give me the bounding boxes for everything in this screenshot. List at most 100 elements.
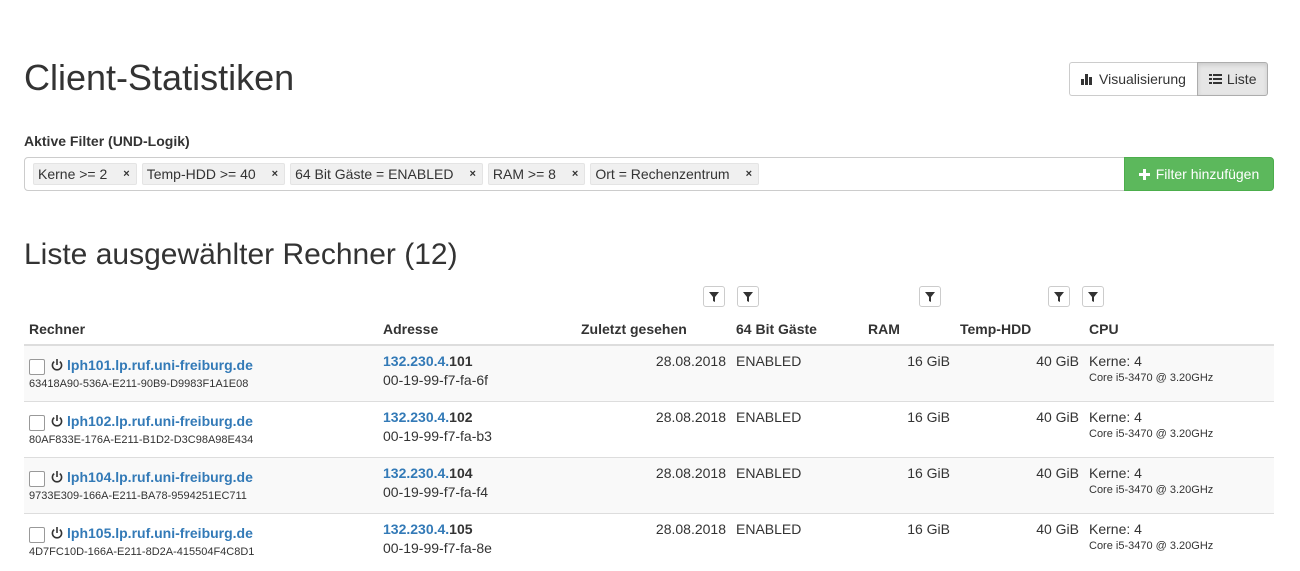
cpu-model: Core i5-3470 @ 3.20GHz [1089,483,1214,496]
visualisierung-button[interactable]: Visualisierung [1069,62,1197,96]
power-icon [51,526,63,539]
row-checkbox[interactable] [29,470,45,487]
filter-tag-text: Ort = Rechenzentrum [595,166,730,182]
cell-gaeste: ENABLED [731,456,863,513]
power-icon [51,359,63,371]
ip-suffix: 102 [449,408,473,425]
host-link[interactable]: lph101.lp.ruf.uni-freiburg.de [67,357,253,373]
filter-icon [743,291,753,302]
cpu-cores: Kerne: 4 [1089,520,1142,537]
filter-gaeste-button[interactable] [737,286,759,307]
remove-filter-icon[interactable]: × [121,168,131,180]
liste-button[interactable]: Liste [1196,62,1269,96]
cpu-model: Core i5-3470 @ 3.20GHz [1089,539,1214,552]
cell-ram: 16 GiB [863,344,955,401]
filter-tags: Kerne >= 2 × Temp-HDD >= 40 × 64 Bit Gäs… [25,158,1124,190]
ip-prefix[interactable]: 132.230.4. [383,465,449,481]
cell-gaeste: ENABLED [731,512,863,569]
row-checkbox[interactable] [29,526,45,543]
cell-rechner: lph102.lp.ruf.uni-freiburg.de 80AF833E-1… [24,400,378,457]
filter-temphdd-button[interactable] [1048,286,1070,307]
table-row: lph104.lp.ruf.uni-freiburg.de 9733E309-1… [24,456,1274,513]
row-checkbox[interactable] [29,359,45,375]
ip-suffix: 101 [449,353,473,369]
cell-zuletzt: 28.08.2018 [576,344,731,401]
col-cpu[interactable]: CPU [1084,313,1274,346]
filter-tag: Ort = Rechenzentrum × [590,163,760,185]
filter-tag-text: RAM >= 8 [492,166,556,182]
col-zuletzt[interactable]: Zuletzt gesehen [576,313,731,346]
cell-zuletzt: 28.08.2018 [576,400,731,457]
filter-bar: Kerne >= 2 × Temp-HDD >= 40 × 64 Bit Gäs… [24,157,1274,191]
filter-tag: Temp-HDD >= 40 × [141,163,286,185]
cell-ram: 16 GiB [863,456,955,513]
ip-suffix: 104 [449,464,473,481]
host-link[interactable]: lph102.lp.ruf.uni-freiburg.de [67,413,253,429]
col-temphdd[interactable]: Temp-HDD [955,313,1084,346]
col-adresse[interactable]: Adresse [378,313,576,346]
remove-filter-icon[interactable]: × [467,168,477,180]
plus-icon [1138,168,1150,180]
host-uuid: 63418A90-536A-E211-90B9-D9983F1A1E08 [29,378,249,390]
cell-cpu: Kerne: 4 Core i5-3470 @ 3.20GHz [1084,512,1274,569]
mac-address: 00-19-99-f7-fa-f4 [383,483,489,500]
cell-cpu: Kerne: 4 Core i5-3470 @ 3.20GHz [1084,456,1274,513]
cell-adresse: 132.230.4.105 00-19-99-f7-fa-8e [378,512,576,569]
cell-ram: 16 GiB [863,512,955,569]
view-toggle: Visualisierung Liste [1069,62,1269,96]
remove-filter-icon[interactable]: × [270,168,280,180]
visualisierung-label: Visualisierung [1099,71,1186,87]
filter-tag: Kerne >= 2 × [33,163,137,185]
page-title: Client-Statistiken [24,57,295,98]
mac-address: 00-19-99-f7-fa-6f [383,372,489,388]
row-checkbox[interactable] [29,414,45,431]
host-uuid: 9733E309-166A-E211-BA78-9594251EC711 [29,489,247,502]
power-icon [51,414,63,427]
col-gaeste[interactable]: 64 Bit Gäste [731,313,863,346]
filter-ram-button[interactable] [919,286,941,307]
col-ram[interactable]: RAM [863,313,955,346]
cell-rechner: lph105.lp.ruf.uni-freiburg.de 4D7FC10D-1… [24,512,378,569]
remove-filter-icon[interactable]: × [744,168,754,180]
cpu-model: Core i5-3470 @ 3.20GHz [1089,372,1214,384]
cell-cpu: Kerne: 4 Core i5-3470 @ 3.20GHz [1084,344,1274,401]
add-filter-label: Filter hinzufügen [1155,166,1260,182]
filter-tag-text: Temp-HDD >= 40 [146,166,256,182]
cell-zuletzt: 28.08.2018 [576,512,731,569]
ip-prefix[interactable]: 132.230.4. [383,409,449,425]
col-rechner[interactable]: Rechner [24,313,378,346]
host-link[interactable]: lph105.lp.ruf.uni-freiburg.de [67,525,253,541]
add-filter-button[interactable]: Filter hinzufügen [1124,157,1274,191]
host-link[interactable]: lph104.lp.ruf.uni-freiburg.de [67,469,253,485]
ip-prefix[interactable]: 132.230.4. [383,353,449,369]
filter-tag-text: 64 Bit Gäste = ENABLED [295,166,454,182]
cell-cpu: Kerne: 4 Core i5-3470 @ 3.20GHz [1084,400,1274,457]
filter-tag: RAM >= 8 × [487,163,586,185]
cell-temphdd: 40 GiB [955,344,1084,401]
ip-suffix: 105 [449,520,473,537]
list-title: Liste ausgewählter Rechner (12) [24,238,458,271]
liste-label: Liste [1226,71,1257,87]
cell-ram: 16 GiB [863,400,955,457]
filter-icon [709,291,719,302]
cpu-cores: Kerne: 4 [1089,408,1142,425]
cell-adresse: 132.230.4.104 00-19-99-f7-fa-f4 [378,456,576,513]
list-icon [1208,74,1222,84]
bar-chart-icon [1081,74,1092,85]
mac-address: 00-19-99-f7-fa-b3 [383,427,492,444]
ip-prefix[interactable]: 132.230.4. [383,521,449,537]
filter-label: Aktive Filter (UND-Logik) [24,133,190,149]
client-table: Rechner Adresse Zuletzt gesehen 64 Bit G… [24,313,1274,569]
cpu-cores: Kerne: 4 [1089,353,1142,369]
cell-temphdd: 40 GiB [955,512,1084,569]
remove-filter-icon[interactable]: × [570,168,580,180]
filter-cpu-button[interactable] [1082,286,1104,307]
cell-temphdd: 40 GiB [955,400,1084,457]
cell-rechner: lph101.lp.ruf.uni-freiburg.de 63418A90-5… [24,344,378,401]
cell-rechner: lph104.lp.ruf.uni-freiburg.de 9733E309-1… [24,456,378,513]
cpu-cores: Kerne: 4 [1089,464,1142,481]
host-uuid: 80AF833E-176A-E211-B1D2-D3C98A98E434 [29,433,254,446]
filter-zuletzt-button[interactable] [703,286,725,307]
filter-icon [1088,291,1098,302]
cell-gaeste: ENABLED [731,344,863,401]
